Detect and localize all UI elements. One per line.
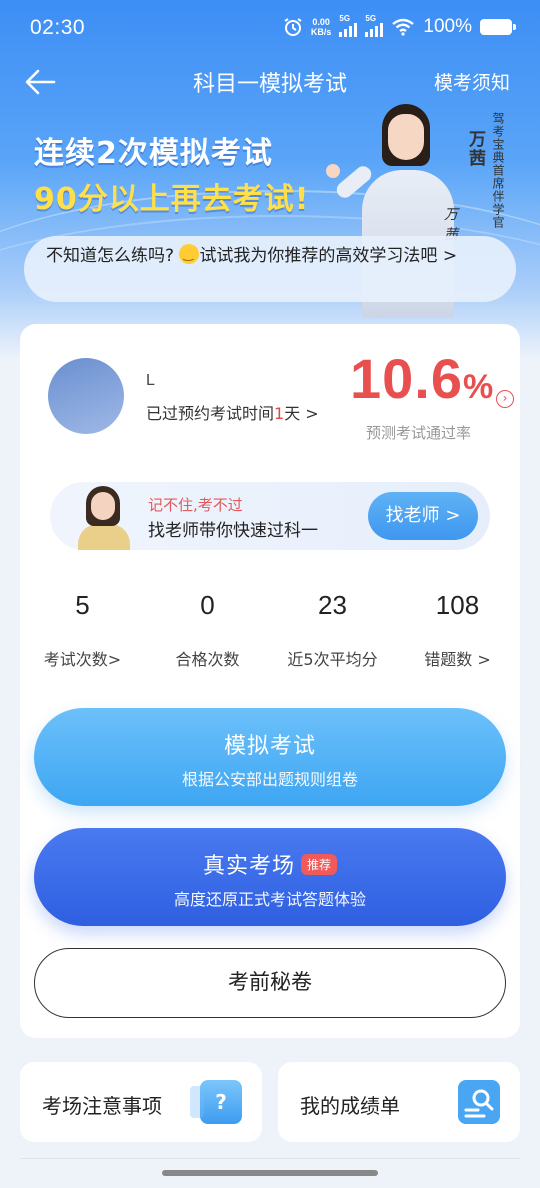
home-indicator[interactable] [162,1170,378,1176]
banner-headline-highlight: 90分以上再去考试! [34,182,310,217]
recommend-badge: 推荐 [301,854,338,875]
real-exam-title: 真实考场 [202,854,295,879]
score-report-tile[interactable]: 我的成绩单 [278,1062,520,1142]
find-teacher-banner[interactable]: 记不住,考不过 找老师带你快速过科一 找老师 > [50,482,490,550]
signal-icon: 5G [365,14,384,37]
net-speed-unit: KB/s [310,27,332,37]
secret-paper-button[interactable]: 考前秘卷 [34,948,506,1018]
divider [20,1158,520,1159]
pass-rate-unit: % [463,368,495,406]
signal-icon: 5G [339,14,358,37]
smile-emoji-icon [179,242,200,267]
status-icons: 0.00 KB/s 5G 5G 100% [283,14,516,38]
stat-value: 108 [435,590,480,620]
battery-percent: 100% [423,16,472,37]
stat-value: 0 [200,590,215,620]
user-name: L [146,372,155,389]
tip-text: 不知道怎么练吗? [46,246,180,266]
exam-time-suffix: 天 > [284,404,319,423]
teacher-slogan: 记不住,考不过 [148,496,243,514]
banner-headline: 连续2次模拟考试 [34,136,273,171]
real-exam-button[interactable]: 真实考场 推荐 高度还原正式考试答题体验 [34,828,506,926]
question-doc-icon: ? [190,1080,242,1124]
status-bar: 02:30 0.00 KB/s 5G 5G 100% [0,0,540,60]
study-method-tip[interactable]: 不知道怎么练吗? 试试我为你推荐的高效学习法吧 > [24,236,516,302]
tile-label: 我的成绩单 [300,1094,400,1118]
exam-time-prefix: 已过预约考试时间 [146,404,275,423]
tip-text-link: 试试我为你推荐的高效学习法吧 > [199,246,458,266]
stat-label: 考试次数> [43,650,122,669]
stat-value: 5 [75,590,90,620]
mock-exam-title: 模拟考试 [223,734,316,759]
exam-notice-link[interactable]: 模考须知 [434,68,510,95]
pass-rate-value: 10.6 [350,347,463,410]
battery-icon [480,19,516,35]
nav-bar: 科目一模拟考试 模考须知 [0,60,540,106]
chevron-right-icon[interactable]: › [496,390,514,408]
stat-pass-count: 0 合格次数 [145,590,270,670]
exam-days: 1 [274,404,285,423]
search-doc-icon [458,1080,500,1124]
wifi-icon [392,18,415,36]
alarm-icon [284,18,302,36]
real-exam-subtitle: 高度还原正式考试答题体验 [173,890,366,909]
mock-exam-subtitle: 根据公安部出题规则组卷 [181,770,358,789]
avatar[interactable] [48,358,124,434]
stat-label: 错题数 > [424,650,491,669]
signal-label: 5G [339,14,351,23]
stat-wrong-count[interactable]: 108 错题数 > [395,590,520,670]
teacher-desc: 找老师带你快速过科一 [148,521,318,541]
stat-avg-score: 23 近5次平均分 [270,590,395,670]
tile-label: 考场注意事项 [42,1094,162,1118]
net-speed-value: 0.00 [312,17,330,27]
pass-rate-label: 预测考试通过率 [366,424,472,442]
main-card: L 已过预约考试时间1天 > 10.6% › 预测考试通过率 记不住,考不过 找… [20,324,520,1038]
spokesperson-title: 驾考宝典首席伴学官 [491,112,505,229]
stat-value: 23 [318,590,347,620]
net-speed: 0.00 KB/s [311,17,332,37]
stat-exam-count[interactable]: 5 考试次数> [20,590,145,670]
spokesperson-name: 万茜 [465,130,485,168]
teacher-avatar [72,486,136,550]
stat-label: 合格次数 [175,650,240,669]
exam-time-link[interactable]: 已过预约考试时间1天 > [146,400,319,424]
status-time: 02:30 [30,16,86,39]
signal-label: 5G [365,14,377,23]
mock-exam-button[interactable]: 模拟考试 根据公安部出题规则组卷 [34,708,506,806]
find-teacher-button[interactable]: 找老师 > [368,492,478,540]
exam-notes-tile[interactable]: 考场注意事项 ? [20,1062,262,1142]
pass-rate[interactable]: 10.6% [350,346,494,411]
stat-label: 近5次平均分 [287,650,378,669]
